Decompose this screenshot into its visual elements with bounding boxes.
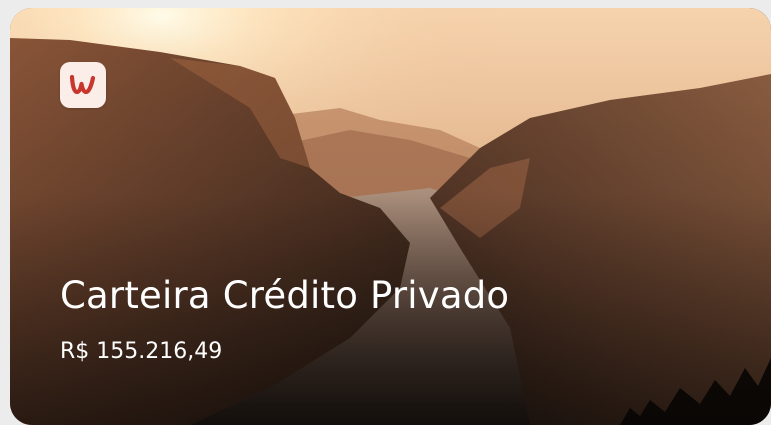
brand-logo (60, 62, 106, 108)
portfolio-card[interactable]: Carteira Crédito Privado R$ 155.216,49 (10, 8, 771, 425)
card-balance: R$ 155.216,49 (60, 339, 223, 364)
card-title: Carteira Crédito Privado (60, 274, 510, 317)
brand-w-logo-icon (69, 74, 96, 95)
